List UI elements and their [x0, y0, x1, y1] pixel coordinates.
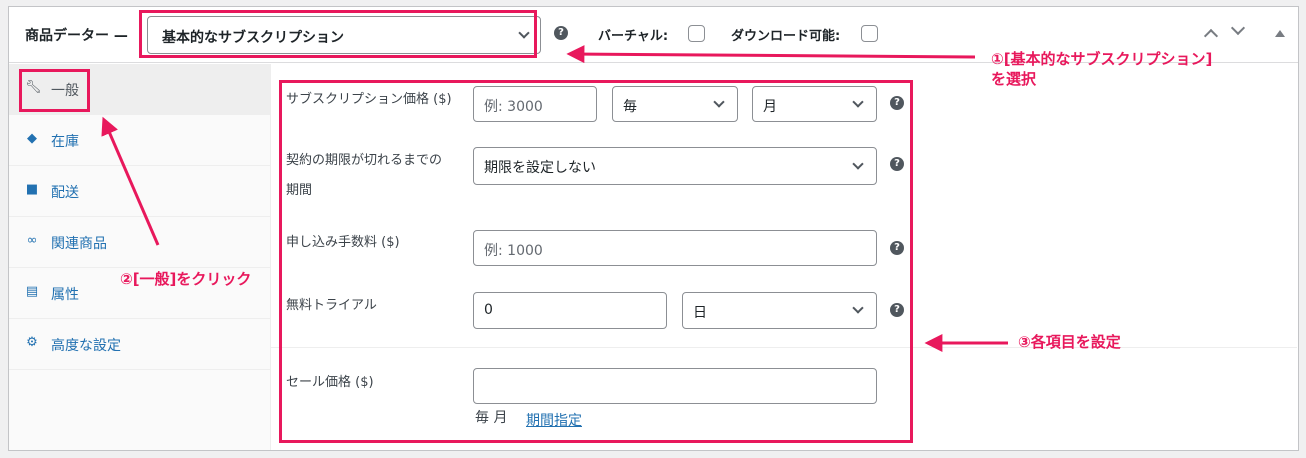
help-icon[interactable]: ?	[554, 26, 568, 40]
downloadable-label: ダウンロード可能:	[731, 29, 841, 44]
collapse-toggle-icon[interactable]	[1275, 30, 1285, 37]
tab-label: 高度な設定	[51, 338, 121, 354]
highlight-fields	[279, 80, 913, 443]
annotation-step1-line2: を選択	[991, 70, 1037, 88]
move-down-icon[interactable]	[1230, 20, 1246, 36]
product-data-tabs: 🔧︎ 一般 ◆ 在庫 ■ 配送 ∞ 関連商品 ▤ 属性 ⚙ 高度な設定	[9, 64, 271, 450]
list-icon: ▤	[25, 284, 39, 299]
downloadable-checkbox[interactable]	[861, 25, 878, 42]
highlight-product-type	[139, 10, 537, 58]
annotation-step1: ①[基本的なサブスクリプション]	[991, 50, 1213, 68]
panel-title: 商品データー —	[25, 28, 128, 44]
link-icon: ∞	[26, 233, 38, 248]
tab-advanced[interactable]: ⚙ 高度な設定	[9, 319, 270, 370]
tab-label: 関連商品	[51, 236, 107, 252]
annotation-step3: ③各項目を設定	[1018, 333, 1121, 351]
tab-label: 在庫	[51, 134, 79, 150]
tab-label: 属性	[51, 287, 79, 303]
tab-label: 配送	[51, 185, 79, 201]
tab-linked-products[interactable]: ∞ 関連商品	[9, 217, 270, 268]
gear-icon: ⚙	[26, 335, 38, 350]
virtual-checkbox[interactable]	[688, 25, 705, 42]
tab-shipping[interactable]: ■ 配送	[9, 166, 270, 217]
virtual-label: バーチャル:	[598, 29, 669, 44]
tag-icon: ◆	[27, 131, 37, 146]
tab-inventory[interactable]: ◆ 在庫	[9, 115, 270, 166]
truck-icon: ■	[25, 182, 39, 197]
highlight-general-tab	[19, 69, 90, 112]
move-up-icon[interactable]	[1203, 28, 1219, 44]
annotation-step2: ②[一般]をクリック	[120, 270, 252, 288]
